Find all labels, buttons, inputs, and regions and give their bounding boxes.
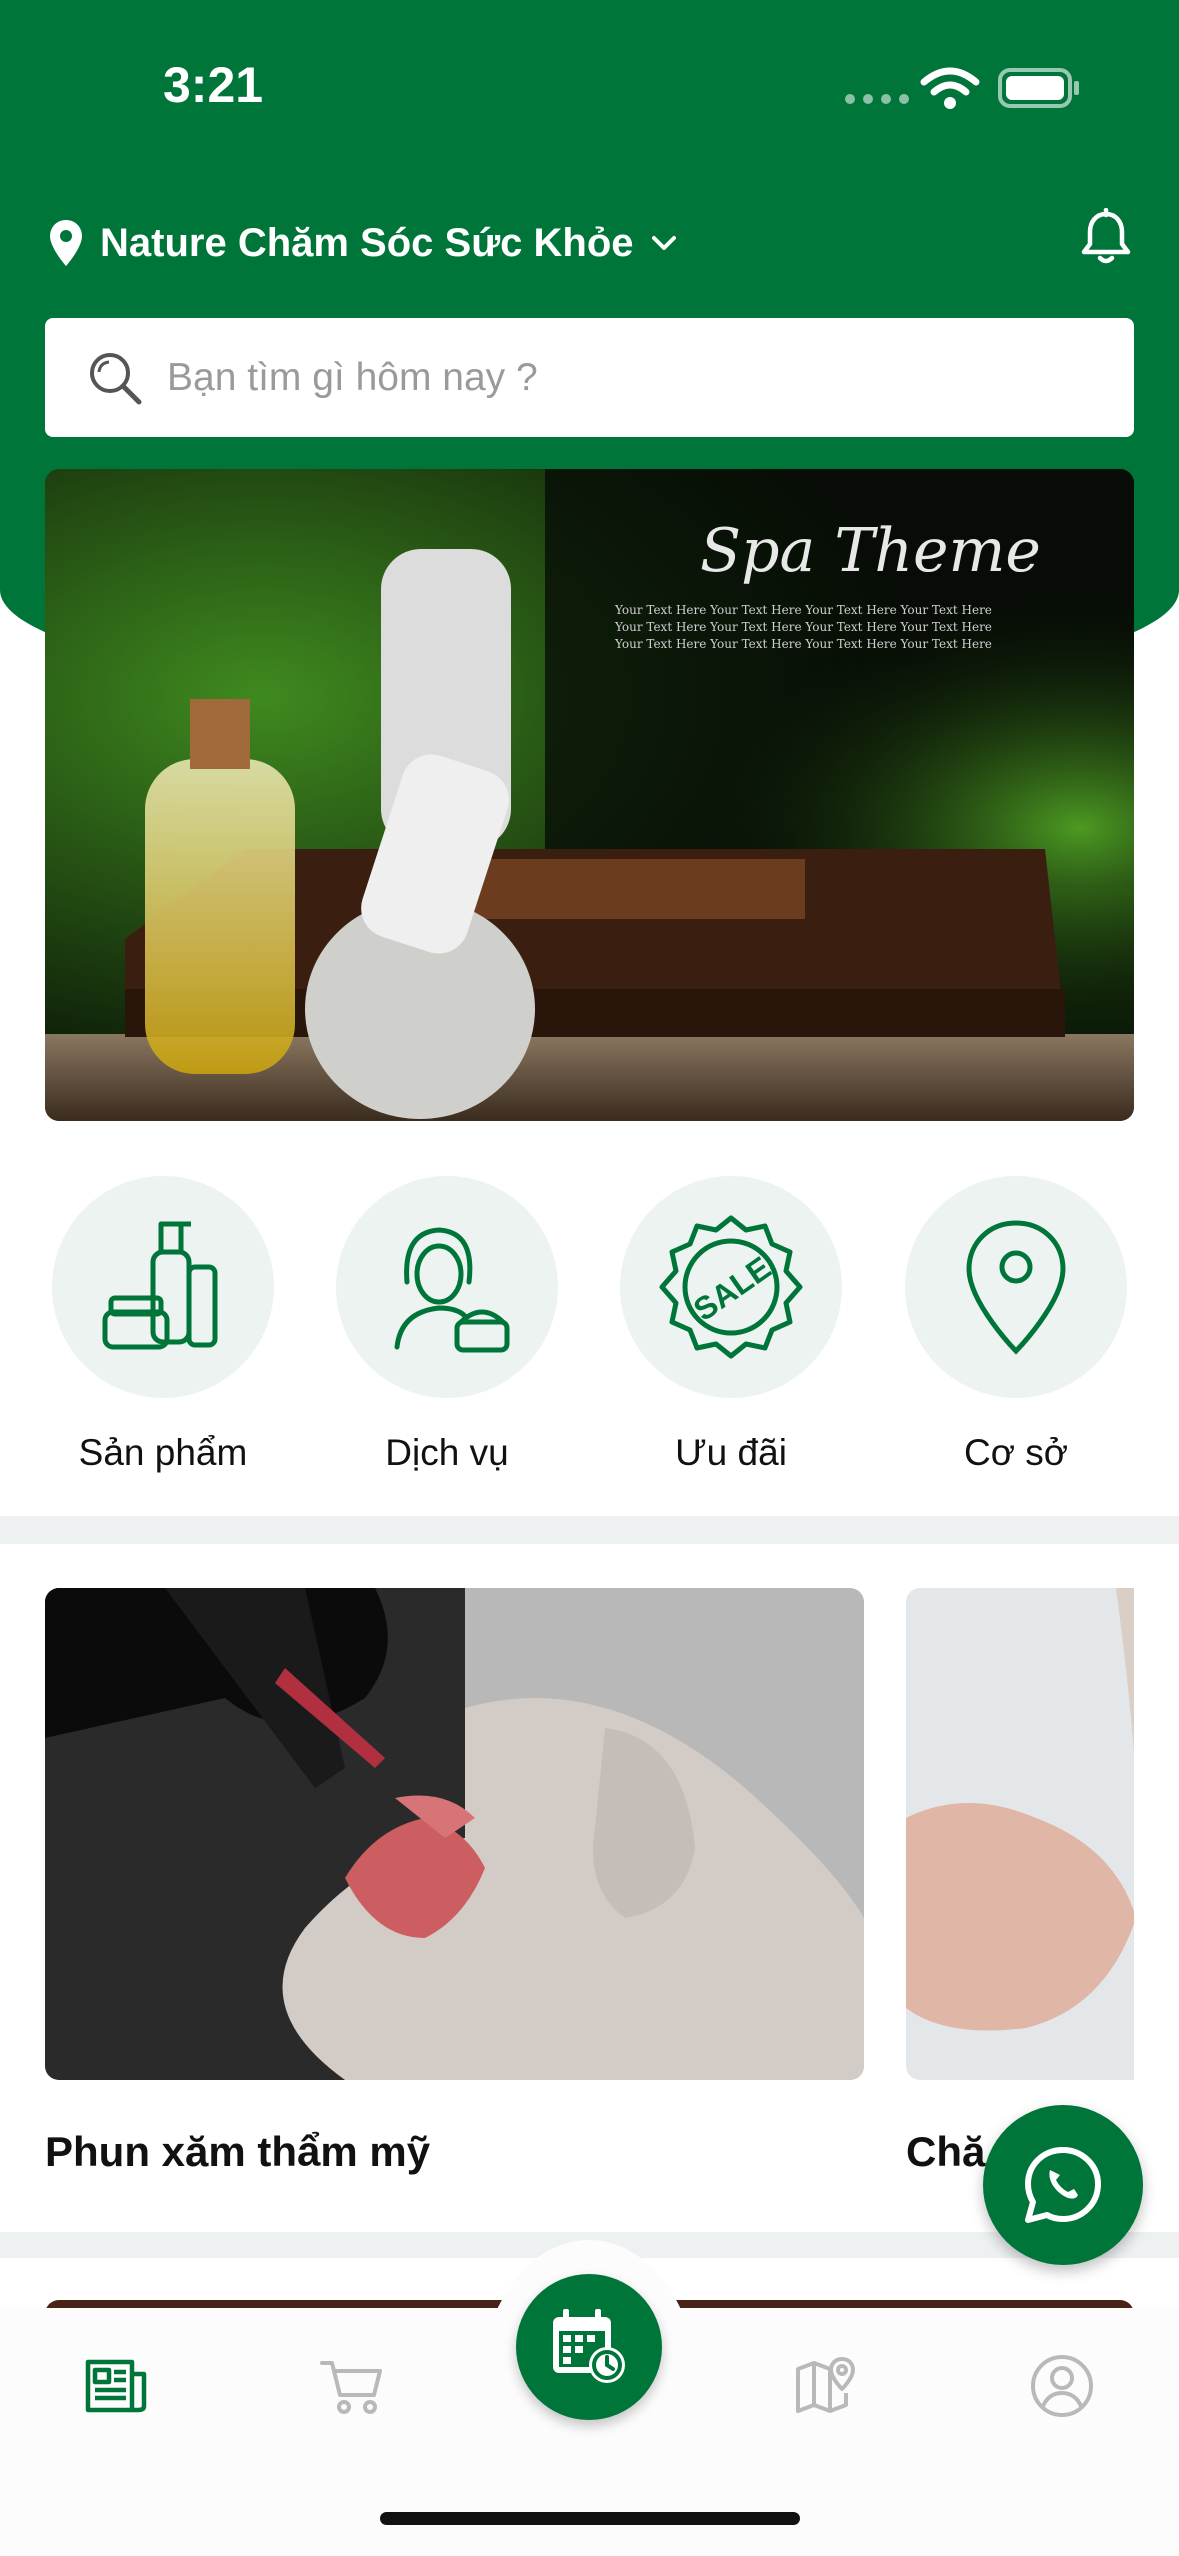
calendar-clock-icon: [553, 2309, 625, 2383]
search-input[interactable]: [165, 354, 1069, 401]
banner-body-line-1: Your Text Here Your Text Here Your Text …: [614, 603, 992, 617]
location-selector[interactable]: Nature Chăm Sóc Sức Khỏe: [48, 218, 678, 268]
category-row: Sản phẩm Dịch vụ SALE Ưu đãi Cơ sở: [0, 1176, 1179, 1476]
tab-news[interactable]: [76, 2346, 156, 2426]
cosmetics-icon: [102, 1221, 218, 1350]
home-indicator: [380, 2512, 800, 2525]
category-locations-tile: [905, 1176, 1127, 1398]
location-name: Nature Chăm Sóc Sức Khỏe: [100, 220, 634, 265]
tab-booking[interactable]: [516, 2274, 662, 2420]
banner-title: Spa Theme: [700, 516, 1041, 586]
tab-cart[interactable]: [312, 2346, 392, 2426]
whatsapp-icon: [1025, 2147, 1101, 2223]
sale-badge-icon: SALE: [659, 1215, 803, 1359]
woman-cream-icon: [394, 1227, 510, 1353]
category-offers[interactable]: SALE Ưu đãi: [620, 1176, 842, 1474]
category-products[interactable]: Sản phẩm: [52, 1176, 274, 1474]
service-title: Chă: [906, 2128, 986, 2175]
category-products-tile: [52, 1176, 274, 1398]
banner-image: Spa Theme Your Text Here Your Text Here …: [45, 469, 1134, 1121]
category-label: Dịch vụ: [385, 1432, 509, 1473]
cellular-signal-icon: [845, 94, 909, 104]
category-services-tile: [336, 1176, 558, 1398]
banner-body-line-3: Your Text Here Your Text Here Your Text …: [614, 637, 992, 651]
search-bar[interactable]: [45, 318, 1134, 437]
map-pin-icon: [966, 1220, 1066, 1355]
news-icon: [85, 2359, 147, 2413]
tab-map[interactable]: [786, 2346, 866, 2426]
whatsapp-button[interactable]: [983, 2105, 1143, 2265]
category-offers-tile: SALE: [620, 1176, 842, 1398]
wifi-icon: [920, 67, 980, 109]
category-services[interactable]: Dịch vụ: [336, 1176, 558, 1474]
service-card[interactable]: Chă: [906, 1588, 1134, 2175]
chevron-down-icon: [651, 236, 676, 250]
service-card[interactable]: Phun xăm thẩm mỹ: [45, 1588, 864, 2175]
service-image: [906, 1588, 1134, 2080]
tab-profile[interactable]: [1022, 2346, 1102, 2426]
search-icon: [90, 352, 142, 404]
section-divider: [0, 1516, 1179, 1544]
cart-icon: [320, 2361, 382, 2414]
map-icon: [796, 2357, 855, 2413]
banner-body-line-2: Your Text Here Your Text Here Your Text …: [614, 620, 992, 634]
category-label: Ưu đãi: [675, 1432, 787, 1473]
category-label: Cơ sở: [963, 1432, 1069, 1473]
services-carousel[interactable]: Phun xăm thẩm mỹ Chă: [0, 1560, 1134, 2220]
notification-bell-icon[interactable]: [1078, 208, 1134, 268]
battery-icon: [998, 68, 1079, 108]
profile-icon: [1031, 2355, 1093, 2417]
status-time: 3:21: [163, 57, 264, 113]
promo-banner[interactable]: Spa Theme Your Text Here Your Text Here …: [45, 469, 1134, 1121]
service-title: Phun xăm thẩm mỹ: [45, 2128, 431, 2175]
service-image: [45, 1588, 864, 2080]
category-label: Sản phẩm: [78, 1432, 248, 1473]
category-locations[interactable]: Cơ sở: [905, 1176, 1127, 1474]
location-pin-icon: [50, 220, 82, 266]
